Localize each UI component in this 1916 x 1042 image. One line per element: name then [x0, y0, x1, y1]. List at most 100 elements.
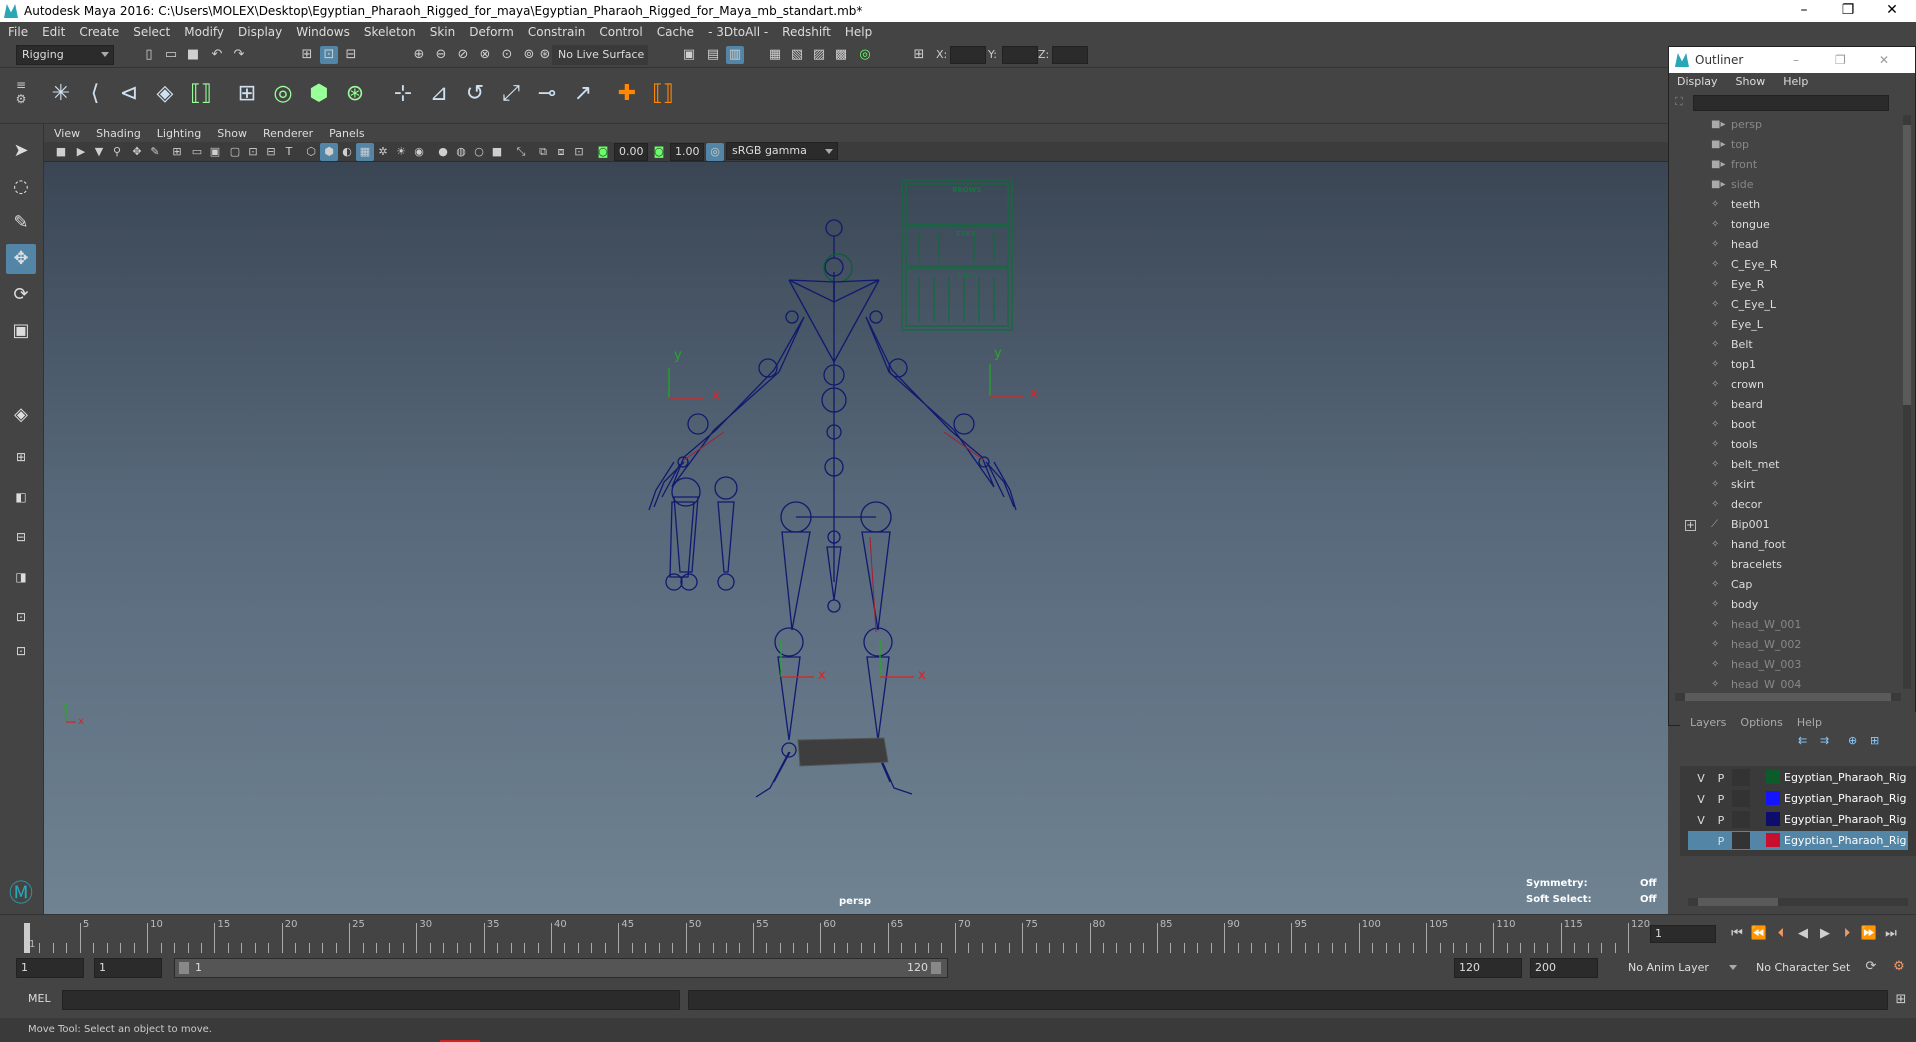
layer-reference-toggle[interactable]: [1732, 769, 1750, 786]
playback-start-field[interactable]: 1: [94, 958, 162, 978]
outliner-hscroll-thumb[interactable]: [1685, 693, 1891, 701]
xray-icon[interactable]: ⤡: [512, 143, 530, 161]
layers-hscroll-thumb[interactable]: [1698, 898, 1778, 906]
move-layer-down-icon[interactable]: ⇉: [1820, 734, 1829, 747]
outliner-item[interactable]: ✧ top1: [1675, 355, 1899, 375]
outliner-close-button[interactable]: ✕: [1879, 47, 1889, 73]
outliner-menu-display[interactable]: Display: [1677, 73, 1718, 91]
step-forward-key-icon[interactable]: ⏩: [1860, 925, 1878, 943]
move-tool-icon[interactable]: ✥: [6, 244, 36, 274]
two-d-pan-icon[interactable]: ✥: [128, 143, 146, 161]
outliner-item[interactable]: ✧ Belt: [1675, 335, 1899, 355]
layer-visibility-toggle[interactable]: V: [1692, 769, 1710, 786]
outliner-menu-help[interactable]: Help: [1783, 73, 1808, 91]
backface-icon[interactable]: ⊡: [570, 143, 588, 161]
outliner-minimize-button[interactable]: –: [1793, 47, 1799, 73]
gamma-field[interactable]: 1.00: [670, 143, 704, 161]
ik-handle-icon[interactable]: ⟨: [80, 78, 110, 110]
move-layer-up-icon[interactable]: ⇇: [1798, 734, 1807, 747]
anti-aliasing-icon[interactable]: ◍: [452, 143, 470, 161]
restore-button[interactable]: ❐: [1826, 0, 1870, 22]
menu-deform[interactable]: Deform: [469, 25, 514, 39]
menu-constrain[interactable]: Constrain: [528, 25, 586, 39]
snap-curve-icon[interactable]: ⊖: [432, 46, 450, 64]
safe-title-icon[interactable]: T: [280, 143, 298, 161]
outliner-item[interactable]: + ⟋ Bip001: [1675, 515, 1899, 535]
save-scene-icon[interactable]: ■: [184, 46, 202, 64]
image-plane-icon[interactable]: ⚲: [108, 143, 126, 161]
cv-curve-icon[interactable]: ⟦⟧: [648, 78, 678, 110]
outliner-item[interactable]: ✧ hand_foot: [1675, 535, 1899, 555]
scale-tool-icon[interactable]: ▣: [6, 316, 36, 346]
outliner-item[interactable]: ■▸ front: [1675, 155, 1899, 175]
layer-visibility-toggle[interactable]: V: [1692, 790, 1710, 807]
menu-edit[interactable]: Edit: [42, 25, 65, 39]
single-perspective-icon[interactable]: ◈: [6, 400, 36, 430]
layer-playback-toggle[interactable]: P: [1712, 790, 1730, 807]
xray-components-icon[interactable]: ⧈: [552, 143, 570, 161]
anim-layer-dropdown[interactable]: No Anim Layer: [1622, 958, 1742, 978]
persp-graph-icon[interactable]: ⊟: [6, 522, 36, 552]
grid-toggle-icon[interactable]: ⊞: [168, 143, 186, 161]
select-hierarchy-icon[interactable]: ⊞: [298, 46, 316, 64]
render-settings-icon[interactable]: ▩: [832, 46, 850, 64]
layer-playback-toggle[interactable]: P: [1712, 832, 1730, 849]
layers-hscrollbar[interactable]: [1688, 898, 1908, 906]
select-object-icon[interactable]: ⊡: [320, 46, 338, 64]
snap-view-icon[interactable]: ⊗: [476, 46, 494, 64]
open-scene-icon[interactable]: ▭: [162, 46, 180, 64]
menu-create[interactable]: Create: [79, 25, 119, 39]
transform-mode-icon[interactable]: ⊞: [910, 46, 928, 64]
outliner-item[interactable]: ✧ bracelets: [1675, 555, 1899, 575]
range-end-handle[interactable]: [931, 962, 941, 974]
outliner-item[interactable]: ✧ teeth: [1675, 195, 1899, 215]
range-start-handle[interactable]: [179, 962, 189, 974]
layer-row[interactable]: V P Egyptian_Pharaoh_Rig: [1688, 768, 1908, 787]
outliner-menu-show[interactable]: Show: [1736, 73, 1766, 91]
outliner-item[interactable]: ✧ boot: [1675, 415, 1899, 435]
persp-uv-icon[interactable]: ⊡: [6, 602, 36, 632]
layer-color-swatch[interactable]: [1766, 812, 1780, 826]
layer-color-swatch[interactable]: [1766, 770, 1780, 784]
film-gate-icon[interactable]: ▭: [188, 143, 206, 161]
undo-icon[interactable]: ↶: [208, 46, 226, 64]
wrap-icon[interactable]: ⬢: [304, 78, 334, 110]
outliner-item[interactable]: ✧ tools: [1675, 435, 1899, 455]
paint-weights-icon[interactable]: ⟦⟧: [186, 78, 216, 110]
parent-constraint-icon[interactable]: ⊸: [532, 78, 562, 110]
layer-reference-toggle[interactable]: [1732, 790, 1750, 807]
layers-menu-help[interactable]: Help: [1797, 716, 1822, 729]
blend-shape-icon[interactable]: ⊛: [340, 78, 370, 110]
menu-modify[interactable]: Modify: [184, 25, 224, 39]
camera-select-icon[interactable]: ■: [52, 143, 70, 161]
go-to-start-icon[interactable]: ⏮: [1728, 925, 1746, 943]
close-button[interactable]: ✕: [1870, 0, 1914, 22]
outliner-search-input[interactable]: [1693, 95, 1889, 111]
screen-space-ao-icon[interactable]: ◉: [410, 143, 428, 161]
outliner-item[interactable]: ✧ crown: [1675, 375, 1899, 395]
menu-redshift[interactable]: Redshift: [782, 25, 831, 39]
layer-reference-toggle[interactable]: [1732, 832, 1750, 849]
menu-select[interactable]: Select: [133, 25, 170, 39]
panel-menu-panels[interactable]: Panels: [329, 127, 364, 140]
layer-color-swatch[interactable]: [1766, 791, 1780, 805]
go-to-end-icon[interactable]: ⏭: [1882, 925, 1900, 943]
play-forwards-icon[interactable]: ▶: [1816, 925, 1834, 943]
outliner-item[interactable]: ■▸ top: [1675, 135, 1899, 155]
command-input[interactable]: [62, 990, 680, 1010]
outliner-item[interactable]: ✧ C_Eye_L: [1675, 295, 1899, 315]
auto-key-icon[interactable]: ⟳: [1862, 958, 1880, 976]
menu-control[interactable]: Control: [599, 25, 642, 39]
color-management-icon[interactable]: ◎: [706, 143, 724, 161]
outliner-item[interactable]: ✧ Eye_R: [1675, 275, 1899, 295]
current-frame-field[interactable]: 1: [1650, 925, 1716, 943]
field-chart-icon[interactable]: ⊡: [244, 143, 262, 161]
menu-skeleton[interactable]: Skeleton: [364, 25, 416, 39]
camera-attributes-icon[interactable]: ▶: [72, 143, 90, 161]
new-scene-icon[interactable]: ▯: [140, 46, 158, 64]
viewport-persp[interactable]: BROWS EYES LIPS y x y x x x y x persp Sy…: [44, 162, 1668, 914]
range-bar[interactable]: 1 120: [174, 958, 948, 978]
snap-point-icon[interactable]: ⊘: [454, 46, 472, 64]
lasso-tool-icon[interactable]: ◌: [6, 172, 36, 202]
output-ops-icon[interactable]: ▤: [704, 46, 722, 64]
